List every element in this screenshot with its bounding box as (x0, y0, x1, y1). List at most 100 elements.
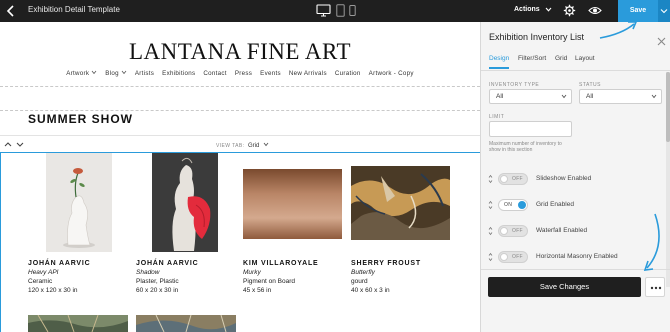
status-label: STATUS (579, 82, 601, 88)
chevron-down-icon (545, 7, 552, 12)
nav-item-label: Artists (134, 70, 155, 77)
artwork-image (28, 314, 128, 332)
artwork-card[interactable]: KIM VILLAROYALE Murky Pigment on Board 4… (243, 153, 343, 303)
waterfall-toggle[interactable]: OFF (498, 225, 528, 237)
artwork-image (351, 166, 450, 240)
back-chevron-icon[interactable] (4, 3, 18, 19)
drag-handle-icon[interactable] (488, 252, 493, 262)
more-options-button[interactable] (645, 277, 665, 297)
nav-item-label: Events (260, 70, 281, 77)
section-title[interactable]: SUMMER SHOW (28, 112, 133, 126)
nav-item-label: Exhibitions (162, 70, 196, 77)
save-button[interactable]: Save (618, 0, 658, 22)
artwork-card[interactable]: JOHÁN AARVIC Heavy API Ceramic 120 x 120… (28, 153, 128, 303)
artwork-image (152, 153, 218, 252)
artwork-title: Shadow (136, 269, 160, 276)
artwork-artist: JOHÁN AARVIC (136, 260, 199, 267)
artwork-card[interactable] (136, 314, 236, 332)
top-toolbar: Exhibition Detail Template Actions Save (0, 0, 670, 22)
drag-handle-icon[interactable] (488, 200, 493, 210)
toggle-state: ON (504, 202, 513, 208)
actions-menu[interactable]: Actions (514, 6, 552, 13)
inventory-type-label: INVENTORY TYPE (489, 82, 540, 88)
more-horizontal-icon (650, 286, 662, 290)
view-tab-label: VIEW TAB: (216, 143, 245, 149)
scrollbar-thumb[interactable] (666, 72, 670, 142)
artwork-medium: Pigment on Board (243, 278, 296, 285)
nav-item-label: Curation (334, 70, 361, 77)
artwork-card[interactable] (28, 314, 128, 332)
nav-item[interactable]: Curation (335, 70, 361, 77)
gear-icon[interactable] (563, 4, 576, 17)
app-window: Exhibition Detail Template Actions Save … (0, 0, 670, 332)
tablet-icon[interactable] (336, 4, 345, 22)
desktop-icon[interactable] (316, 4, 331, 22)
eye-icon[interactable] (588, 4, 602, 17)
toggle-knob (500, 175, 508, 183)
nav-item[interactable]: Artwork (66, 70, 97, 77)
nav-item[interactable]: Artwork - Copy (369, 70, 414, 77)
chevron-down-icon (660, 9, 668, 14)
toggle-state: OFF (512, 176, 523, 182)
nav-item[interactable]: Contact (203, 70, 226, 77)
limit-input[interactable] (489, 121, 572, 137)
artwork-medium: gourd (351, 278, 368, 285)
artwork-medium: Plaster, Plastic (136, 278, 179, 285)
toggle-label: Grid Enabled (536, 201, 574, 208)
nav-item-label: Blog (105, 70, 119, 77)
nav-item[interactable]: New Arrivals (289, 70, 327, 77)
artwork-title: Butterfly (351, 269, 375, 276)
horizontal-masonry-toggle[interactable]: OFF (498, 251, 528, 263)
panel-divider (481, 269, 670, 270)
panel-scrollbar[interactable] (666, 72, 670, 287)
section-reorder-controls (3, 140, 29, 150)
section-divider (0, 110, 480, 111)
artwork-title: Heavy API (28, 269, 59, 276)
chevron-up-icon[interactable] (3, 140, 13, 149)
toggle-state: OFF (512, 254, 523, 260)
chevron-down-icon (121, 70, 127, 75)
view-tab-select[interactable]: Grid (248, 142, 269, 149)
nav-item-label: Artwork - Copy (368, 70, 414, 77)
nav-item-label: Press (234, 70, 253, 77)
waterfall-toggle-row: OFF Waterfall Enabled (488, 224, 668, 238)
artwork-image (243, 169, 342, 239)
close-icon[interactable] (657, 33, 666, 46)
toggle-label: Slideshow Enabled (536, 175, 592, 182)
nav-item[interactable]: Exhibitions (162, 70, 195, 77)
panel-divider (481, 70, 670, 71)
tab-layout[interactable]: Layout (575, 55, 595, 62)
inventory-type-select[interactable]: All (489, 89, 572, 104)
tab-filter-sort[interactable]: Filter/Sort (518, 55, 546, 62)
drag-handle-icon[interactable] (488, 174, 493, 184)
nav-item[interactable]: Press (235, 70, 252, 77)
save-options-button[interactable] (658, 0, 670, 22)
site-logo[interactable]: LANTANA FINE ART (0, 39, 480, 65)
status-select[interactable]: All (579, 89, 662, 104)
chevron-down-icon (91, 70, 97, 75)
actions-label: Actions (514, 6, 540, 13)
limit-label: LIMIT (489, 114, 505, 120)
slideshow-toggle[interactable]: OFF (498, 173, 528, 185)
grid-toggle-row: ON Grid Enabled (488, 198, 668, 212)
active-tab-indicator (489, 67, 509, 69)
mobile-icon[interactable] (349, 4, 356, 22)
drag-handle-icon[interactable] (488, 226, 493, 236)
artwork-image (46, 153, 112, 252)
nav-item[interactable]: Artists (135, 70, 154, 77)
panel-title: Exhibition Inventory List (489, 32, 585, 42)
nav-item[interactable]: Events (260, 70, 281, 77)
artwork-medium: Ceramic (28, 278, 53, 285)
tab-design[interactable]: Design (489, 55, 509, 62)
artwork-artist: JOHÁN AARVIC (28, 260, 91, 267)
tab-grid[interactable]: Grid (555, 55, 567, 62)
grid-toggle[interactable]: ON (498, 199, 528, 211)
artwork-card[interactable]: SHERRY FROUST Butterfly gourd 40 x 60 x … (351, 153, 451, 303)
limit-help-text: Maximum number of inventory to show in t… (489, 141, 562, 153)
chevron-down-icon[interactable] (15, 140, 25, 149)
nav-item[interactable]: Blog (105, 70, 127, 77)
artwork-card[interactable]: JOHÁN AARVIC Shadow Plaster, Plastic 60 … (136, 153, 236, 303)
inventory-settings-panel: Exhibition Inventory List Design Filter/… (480, 22, 670, 332)
artwork-dimensions: 120 x 120 x 30 in (28, 287, 78, 294)
save-changes-button[interactable]: Save Changes (488, 277, 641, 297)
